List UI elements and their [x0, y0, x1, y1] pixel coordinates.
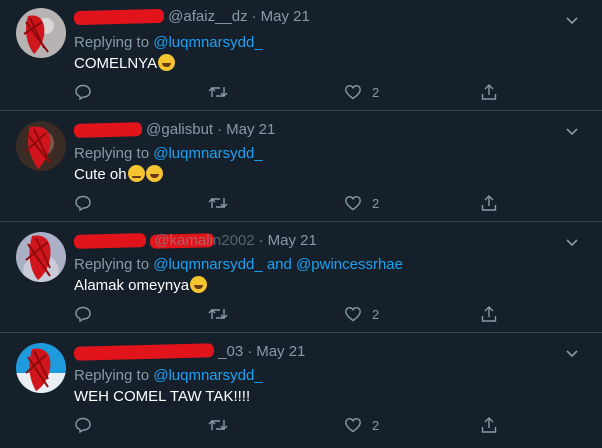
- reply-icon: [75, 84, 91, 101]
- replying-to: Replying to @luqmnarsydd_: [74, 145, 263, 162]
- reply-button[interactable]: [74, 304, 92, 324]
- retweet-button[interactable]: [208, 193, 228, 213]
- tweet-date[interactable]: May 21: [226, 121, 275, 138]
- tweet-header: @galisbut · May 21: [73, 121, 275, 139]
- retweet-icon: [208, 198, 228, 208]
- share-button[interactable]: [480, 193, 498, 213]
- retweet-icon: [208, 87, 228, 97]
- like-button[interactable]: 2: [344, 193, 379, 213]
- user-handle[interactable]: @galisbut: [146, 121, 213, 138]
- avatar[interactable]: [16, 121, 66, 171]
- reply-button[interactable]: [74, 415, 92, 435]
- like-count: 2: [372, 417, 380, 433]
- tweet-actions: 2: [74, 193, 504, 213]
- retweet-icon: [208, 420, 228, 430]
- share-icon: [481, 306, 497, 322]
- redacted-name: [73, 8, 165, 26]
- tweet-header: _03 · May 21: [73, 343, 305, 361]
- share-icon: [481, 195, 497, 211]
- share-icon: [481, 84, 497, 100]
- roll-eyes-emoji: [127, 165, 145, 182]
- share-button[interactable]: [480, 415, 498, 435]
- reply-mention[interactable]: @luqmnarsydd_: [153, 145, 262, 162]
- redacted-name: [73, 343, 215, 361]
- redacted-name: [73, 122, 143, 138]
- rofl-emoji: [145, 165, 163, 182]
- share-button[interactable]: [480, 304, 498, 324]
- reply-mention[interactable]: @pwincessrhae: [296, 256, 403, 273]
- tweet-date[interactable]: May 21: [268, 232, 317, 249]
- reply-mention[interactable]: @luqmnarsydd_: [153, 367, 262, 384]
- retweet-button[interactable]: [208, 304, 228, 324]
- tweet-header: @afaiz__dz · May 21: [73, 8, 310, 26]
- user-handle[interactable]: @kamalin2002: [154, 232, 254, 249]
- tweet-actions: 2: [74, 82, 504, 102]
- tweet-text: Cute oh: [74, 165, 163, 185]
- heart-icon: [345, 84, 361, 100]
- reply-icon: [75, 306, 91, 323]
- heart-icon: [345, 417, 361, 433]
- reply-mention[interactable]: @luqmnarsydd_: [153, 34, 262, 51]
- like-button[interactable]: 2: [344, 415, 379, 435]
- replying-to: Replying to @luqmnarsydd_: [74, 34, 263, 51]
- like-count: 2: [372, 306, 380, 322]
- chevron-down-icon[interactable]: [564, 12, 580, 28]
- user-handle[interactable]: _03: [218, 343, 243, 360]
- tweet[interactable]: _03 · May 21 Replying to @luqmnarsydd_ WEH…: [0, 333, 602, 448]
- like-button[interactable]: 2: [344, 82, 379, 102]
- heart-icon: [345, 195, 361, 211]
- tweet[interactable]: @galisbut · May 21 Replying to @luqmnarsyd…: [0, 111, 602, 222]
- retweet-button[interactable]: [208, 82, 228, 102]
- share-icon: [481, 417, 497, 433]
- tweet-text: Alamak omeynya: [74, 276, 208, 296]
- like-count: 2: [372, 195, 380, 211]
- retweet-icon: [208, 309, 228, 319]
- rofl-emoji: [158, 54, 176, 71]
- reply-button[interactable]: [74, 193, 92, 213]
- retweet-button[interactable]: [208, 415, 228, 435]
- heart-icon: [345, 306, 361, 322]
- chevron-down-icon[interactable]: [564, 123, 580, 139]
- like-count: 2: [372, 84, 380, 100]
- avatar[interactable]: [16, 8, 66, 58]
- tweet-text: COMELNYA: [74, 54, 176, 74]
- tweet-text: WEH COMEL TAW TAK!!!!: [74, 388, 251, 405]
- redacted-name: [73, 233, 147, 249]
- reply-button[interactable]: [74, 82, 92, 102]
- tweet-date[interactable]: May 21: [256, 343, 305, 360]
- replying-to: Replying to @luqmnarsydd_: [74, 367, 263, 384]
- avatar[interactable]: [16, 232, 66, 282]
- chevron-down-icon[interactable]: [564, 234, 580, 250]
- tweet-actions: 2: [74, 304, 504, 324]
- joy-emoji: [190, 276, 208, 293]
- tweet-header: @kamalin2002 · May 21: [73, 232, 317, 250]
- tweet-date[interactable]: May 21: [261, 8, 310, 25]
- reply-mention[interactable]: @luqmnarsydd_: [153, 256, 262, 273]
- like-button[interactable]: 2: [344, 304, 379, 324]
- share-button[interactable]: [480, 82, 498, 102]
- tweet[interactable]: @kamalin2002 · May 21 Replying to @luqmnar…: [0, 222, 602, 333]
- avatar[interactable]: [16, 343, 66, 393]
- replying-to: Replying to @luqmnarsydd_ and @pwincessr…: [74, 256, 403, 273]
- chevron-down-icon[interactable]: [564, 345, 580, 361]
- tweet-actions: 2: [74, 415, 504, 435]
- reply-icon: [75, 417, 91, 434]
- tweet[interactable]: @afaiz__dz · May 21 Replying to @luqmnarsy…: [0, 0, 602, 111]
- user-handle[interactable]: @afaiz__dz: [168, 8, 247, 25]
- reply-icon: [75, 195, 91, 212]
